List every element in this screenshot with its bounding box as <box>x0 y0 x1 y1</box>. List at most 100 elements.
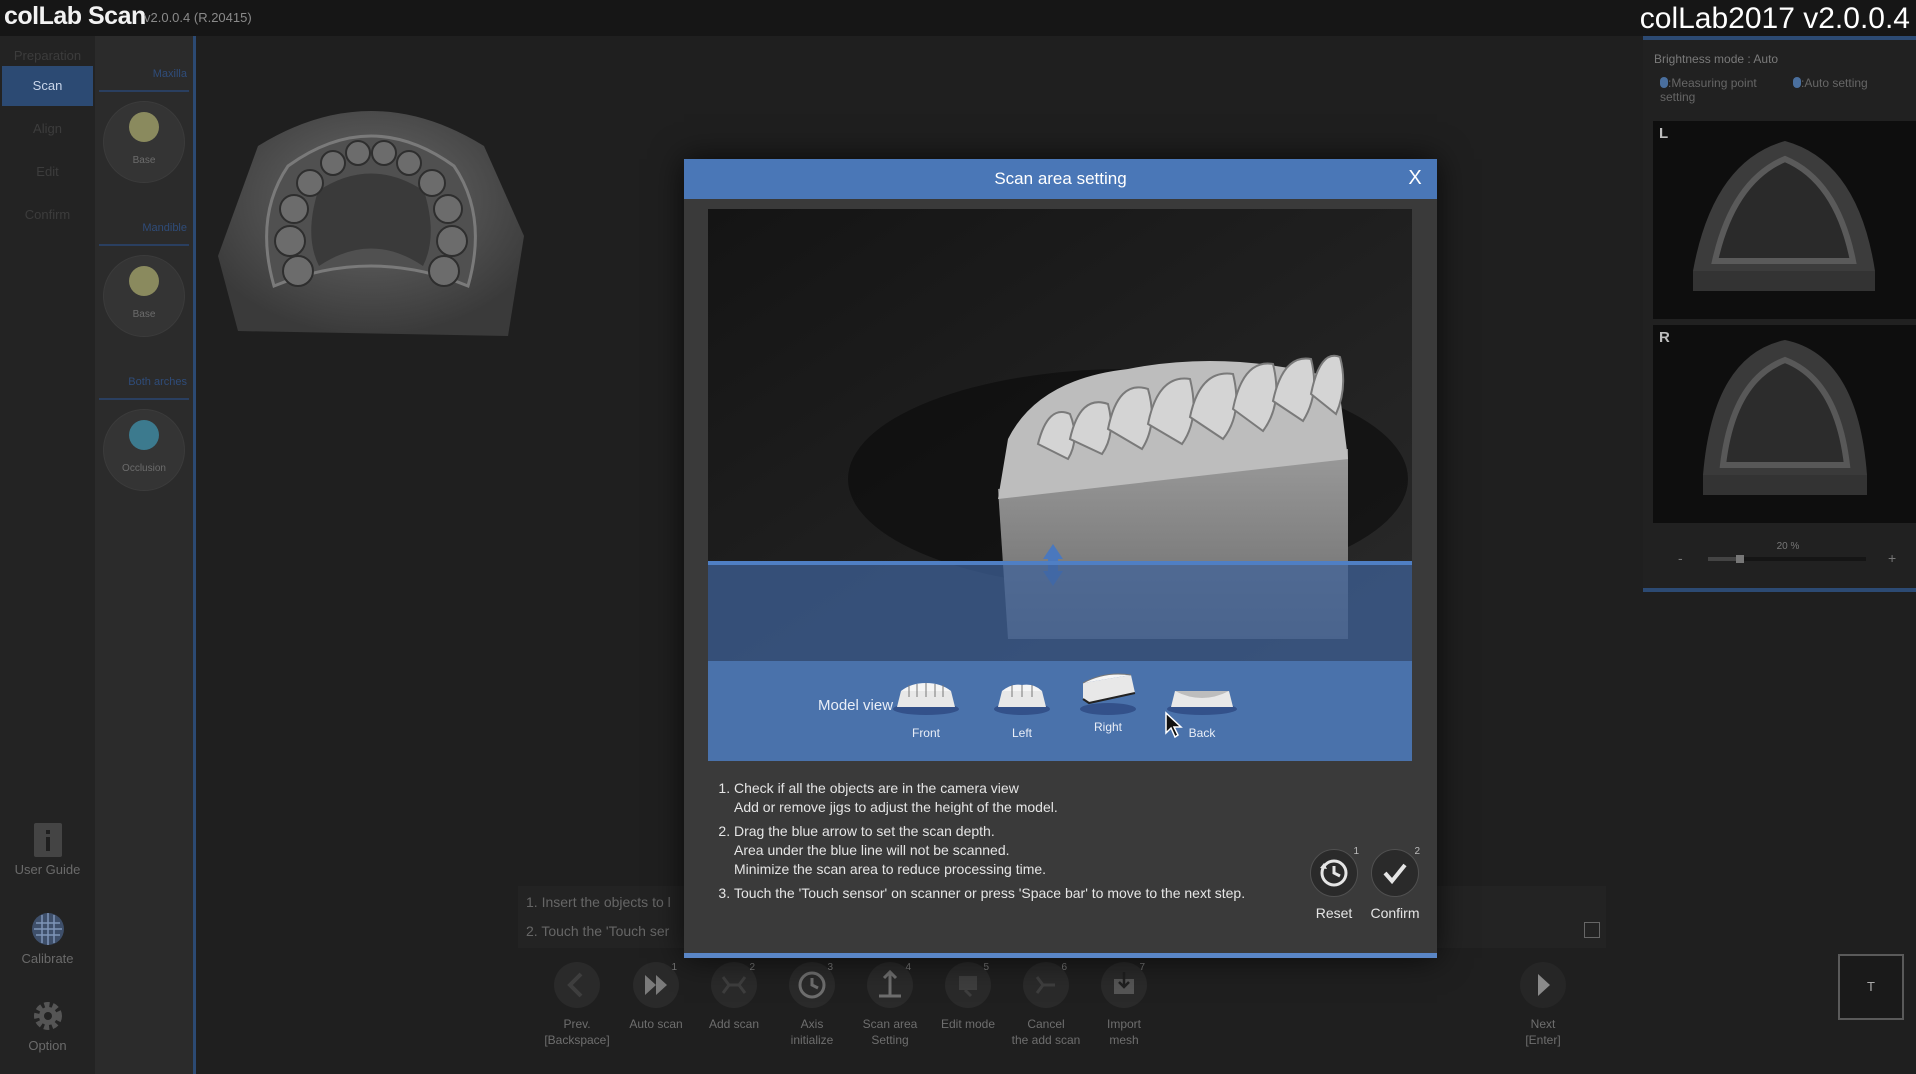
expand-icon[interactable] <box>1584 922 1600 938</box>
view-right-button[interactable]: Right <box>1068 667 1148 734</box>
zoom-slider[interactable] <box>1708 555 1866 563</box>
mouse-icon <box>1660 77 1668 88</box>
mandible-base-label: Base <box>132 309 156 320</box>
left-camera-image <box>1693 141 1875 291</box>
confirm-button[interactable]: 2 Confirm <box>1363 846 1427 921</box>
shortcut-number: 2 <box>1414 846 1420 857</box>
scan-area-setting-button[interactable]: 4 Scan area Setting <box>850 962 930 1048</box>
right-camera-label: R <box>1659 329 1670 346</box>
import-mesh-label: Import mesh <box>1106 1017 1141 1047</box>
zoom-plus-button[interactable]: + <box>1888 550 1896 566</box>
left-camera-label: L <box>1659 125 1669 142</box>
edit-mode-button[interactable]: 5 Edit mode <box>928 962 1008 1032</box>
shortcut-number: 3 <box>827 962 833 973</box>
zoom-thumb[interactable] <box>1735 555 1744 563</box>
view-left-button[interactable]: Left <box>982 679 1062 740</box>
axis-initialize-label: Axis initialize <box>790 1017 834 1047</box>
dialog-title: Scan area setting <box>994 169 1127 188</box>
scan-depth-overlay[interactable] <box>708 561 1412 661</box>
maxilla-base-button[interactable]: Base <box>103 101 185 183</box>
shortcut-number: 1 <box>671 962 677 973</box>
maxilla-base-label: Base <box>132 155 156 166</box>
status-dot <box>129 420 159 450</box>
model-view-bar: Model view Front Left Right Back <box>708 661 1412 761</box>
import-mesh-button[interactable]: 7 Import mesh <box>1084 962 1164 1048</box>
history-icon: 3 <box>789 962 835 1008</box>
back-model-icon <box>1167 691 1237 715</box>
divider <box>99 398 189 400</box>
next-button[interactable]: Next [Enter] <box>1503 962 1583 1048</box>
status-dot <box>129 266 159 296</box>
option-button[interactable]: Option <box>0 998 95 1053</box>
left-nav: Preparation Scan Align Edit Confirm User… <box>0 36 95 1074</box>
chevron-left-icon <box>554 962 600 1008</box>
close-button[interactable]: X <box>1403 166 1427 190</box>
title-bar <box>0 0 1916 36</box>
both-arches-section-label: Both arches <box>128 376 187 388</box>
instruction-sub: Area under the blue line will not be sca… <box>734 842 1010 858</box>
nav-item-align[interactable]: Align <box>2 109 93 149</box>
instruction-line: 1. Insert the objects to l <box>526 894 671 910</box>
prev-button[interactable]: Prev. [Backspace] <box>537 962 617 1048</box>
user-guide-label: User Guide <box>14 862 81 877</box>
zoom-value: 20 % <box>1776 541 1800 552</box>
chevron-right-icon <box>1520 962 1566 1008</box>
occlusion-button[interactable]: Occlusion <box>103 409 185 491</box>
right-model-icon <box>1080 673 1136 715</box>
view-left-label: Left <box>1011 726 1032 740</box>
calibrate-button[interactable]: Calibrate <box>0 911 95 966</box>
next-label: Next [Enter] <box>1525 1017 1561 1047</box>
reset-button[interactable]: 1 Reset <box>1302 846 1366 921</box>
shortcut-number: 6 <box>1061 962 1067 973</box>
mandible-section-label: Mandible <box>142 222 187 234</box>
mouse-icon <box>1793 77 1801 88</box>
info-icon <box>33 823 62 857</box>
add-scan-button[interactable]: 2 Add scan <box>694 962 774 1032</box>
t-button[interactable]: T <box>1838 954 1904 1020</box>
right-camera-view[interactable]: R <box>1653 325 1916 523</box>
auto-scan-button[interactable]: 1 Auto scan <box>616 962 696 1032</box>
auto-scan-label: Auto scan <box>629 1017 683 1031</box>
occlusion-label: Occlusion <box>122 463 166 474</box>
axis-initialize-button[interactable]: 3 Axis initialize <box>772 962 852 1048</box>
camera-view[interactable] <box>708 209 1412 661</box>
mandible-base-button[interactable]: Base <box>103 255 185 337</box>
view-right-label: Right <box>1093 720 1122 734</box>
shortcut-number: 2 <box>749 962 755 973</box>
auto-setting-hint: :Auto setting <box>1793 76 1868 90</box>
model-column: Maxilla Base Mandible Base Both arches O… <box>95 36 196 1074</box>
calibrate-label: Calibrate <box>21 951 74 966</box>
confirm-label: Confirm <box>1370 905 1420 921</box>
scan-area-setting-label: Scan area Setting <box>862 1017 918 1047</box>
check-icon: 2 <box>1371 846 1420 897</box>
gear-icon <box>33 1002 62 1030</box>
reset-icon: 1 <box>1310 846 1359 897</box>
instruction-item: Check if all the objects are in the came… <box>734 779 1274 817</box>
view-front-label: Front <box>911 726 940 740</box>
auto-setting-label: :Auto setting <box>1801 76 1868 90</box>
cursor-icon <box>1165 711 1183 739</box>
left-camera-view[interactable]: L <box>1653 121 1916 319</box>
instruction-sub: Minimize the scan area to reduce process… <box>734 861 1047 877</box>
user-guide-button[interactable]: User Guide <box>0 822 95 877</box>
divider <box>99 244 189 246</box>
shortcut-number: 5 <box>983 962 989 973</box>
instruction-main: Drag the blue arrow to set the scan dept… <box>734 823 995 839</box>
instructions: Check if all the objects are in the came… <box>714 779 1274 908</box>
divider <box>99 90 189 92</box>
cancel-add-scan-button[interactable]: 6 Cancel the add scan <box>1006 962 1086 1048</box>
brightness-mode: Brightness mode : Auto <box>1654 52 1779 66</box>
app-title: colLab Scan <box>4 2 146 30</box>
nav-item-confirm[interactable]: Confirm <box>2 195 93 235</box>
status-dot <box>129 112 159 142</box>
view-front-button[interactable]: Front <box>886 679 966 740</box>
nav-item-scan[interactable]: Scan <box>2 66 93 106</box>
prev-label: Prev. [Backspace] <box>544 1017 610 1047</box>
nav-item-edit[interactable]: Edit <box>2 152 93 192</box>
shortcut-number: 7 <box>1139 962 1145 973</box>
measuring-point-hint: :Measuring point setting <box>1660 76 1784 104</box>
import-icon: 7 <box>1101 962 1147 1008</box>
maxilla-section-label: Maxilla <box>152 68 187 80</box>
add-scan-icon: 2 <box>711 962 757 1008</box>
zoom-minus-button[interactable]: - <box>1678 550 1683 566</box>
